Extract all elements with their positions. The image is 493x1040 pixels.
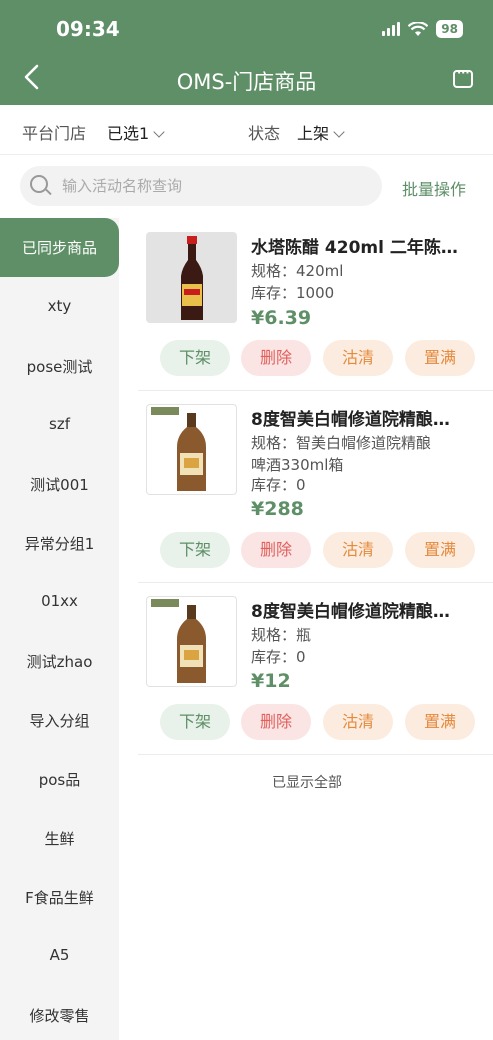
sidebar-item[interactable]: 测试001 (0, 474, 119, 495)
app-header: 09:34 98 OMS-门店商品 (0, 0, 493, 105)
sidebar-item[interactable]: 修改零售 (0, 1005, 119, 1026)
spec-value: 智美白帽修道院精酿 (296, 434, 432, 452)
chevron-down-icon (333, 126, 345, 138)
product-spec: 规格：智美白帽修道院精酿 (251, 432, 431, 454)
sold-out-button[interactable]: 沽清 (323, 704, 393, 740)
product-stock: 库存：0 (251, 646, 306, 668)
delete-button[interactable]: 删除 (241, 704, 311, 740)
stock-label: 库存： (251, 476, 297, 494)
sidebar-item[interactable]: A5 (0, 946, 119, 964)
product-stock: 库存：1000 (251, 282, 334, 304)
delist-button[interactable]: 下架 (160, 704, 230, 740)
chevron-down-icon (153, 126, 165, 138)
product-name: 水塔陈醋 420ml 二年陈… (251, 238, 458, 258)
sidebar-item[interactable]: xty (0, 297, 119, 315)
batch-operation-button[interactable]: 批量操作 (402, 176, 466, 200)
search-input[interactable] (62, 166, 372, 206)
category-sidebar: 已同步商品 xty pose测试 szf 测试001 异常分组1 01xx 测试… (0, 218, 119, 1040)
product-price: ¥288 (251, 498, 304, 520)
status-filter-label: 状态 (248, 124, 281, 143)
sold-out-button[interactable]: 沽清 (323, 340, 393, 376)
sidebar-item[interactable]: 异常分组1 (0, 533, 119, 554)
battery-indicator: 98 (436, 20, 463, 38)
spec-label: 规格： (251, 626, 297, 644)
fill-stock-button[interactable]: 置满 (405, 532, 475, 568)
delist-button[interactable]: 下架 (160, 532, 230, 568)
sidebar-item[interactable]: 测试zhao (0, 651, 119, 672)
list-end-text: 已显示全部 (272, 775, 342, 791)
product-spec-continued: 啤酒330ml箱 (251, 456, 344, 474)
sidebar-item-synced-products[interactable]: 已同步商品 (0, 218, 119, 277)
sidebar-item[interactable]: 01xx (0, 592, 119, 610)
wifi-icon (408, 21, 429, 36)
product-price: ¥12 (251, 670, 291, 692)
status-icons: 98 (382, 20, 463, 38)
product-name: 8度智美白帽修道院精酿… (251, 410, 450, 430)
store-filter-dropdown[interactable]: 已选1 (107, 120, 165, 144)
sidebar-item[interactable]: 生鲜 (0, 828, 119, 849)
stock-label: 库存： (251, 648, 297, 666)
delist-button[interactable]: 下架 (160, 340, 230, 376)
divider (138, 582, 493, 583)
product-image[interactable] (146, 232, 237, 323)
spec-value: 420ml (296, 262, 344, 280)
store-filter-value: 已选1 (107, 124, 150, 143)
search-icon (30, 175, 48, 193)
product-card: 水塔陈醋 420ml 二年陈… 规格：420ml 库存：1000 ¥6.39 下… (138, 230, 493, 392)
store-filter-label: 平台门店 (22, 124, 87, 143)
message-icon[interactable] (453, 66, 473, 88)
spec-value: 瓶 (296, 626, 312, 644)
product-card: 8度智美白帽修道院精酿… 规格：智美白帽修道院精酿 啤酒330ml箱 库存：0 … (138, 402, 493, 583)
product-name: 8度智美白帽修道院精酿… (251, 602, 450, 622)
product-spec: 规格：瓶 (251, 624, 311, 646)
page-title: OMS-门店商品 (176, 70, 317, 94)
spec-label: 规格： (251, 262, 297, 280)
product-image[interactable] (146, 404, 237, 495)
stock-value: 0 (296, 476, 306, 494)
product-price: ¥6.39 (251, 307, 312, 329)
sidebar-item[interactable]: pos品 (0, 769, 119, 790)
cellular-signal-icon (382, 22, 401, 36)
sidebar-item[interactable]: szf (0, 415, 119, 433)
sidebar-item[interactable]: pose测试 (0, 356, 119, 377)
filter-bar: 平台门店 已选1 状态 上架 (0, 105, 493, 155)
stock-value: 0 (296, 648, 306, 666)
spec-label: 规格： (251, 434, 297, 452)
status-filter-dropdown[interactable]: 上架 (297, 120, 345, 144)
status-time: 09:34 (56, 17, 120, 41)
delete-button[interactable]: 删除 (241, 532, 311, 568)
search-bar (20, 166, 382, 206)
product-stock: 库存：0 (251, 474, 306, 496)
status-filter-value: 上架 (297, 124, 330, 143)
fill-stock-button[interactable]: 置满 (405, 704, 475, 740)
sold-out-button[interactable]: 沽清 (323, 532, 393, 568)
stock-label: 库存： (251, 284, 297, 302)
delete-button[interactable]: 删除 (241, 340, 311, 376)
divider (138, 754, 493, 755)
product-card: 8度智美白帽修道院精酿… 规格：瓶 库存：0 ¥12 下架 删除 沽清 置满 (138, 594, 493, 756)
sidebar-item[interactable]: 导入分组 (0, 710, 119, 731)
fill-stock-button[interactable]: 置满 (405, 340, 475, 376)
product-image[interactable] (146, 596, 237, 687)
stock-value: 1000 (296, 284, 335, 302)
sidebar-item[interactable]: F食品生鲜 (0, 887, 119, 908)
divider (138, 390, 493, 391)
product-spec: 规格：420ml (251, 260, 343, 282)
